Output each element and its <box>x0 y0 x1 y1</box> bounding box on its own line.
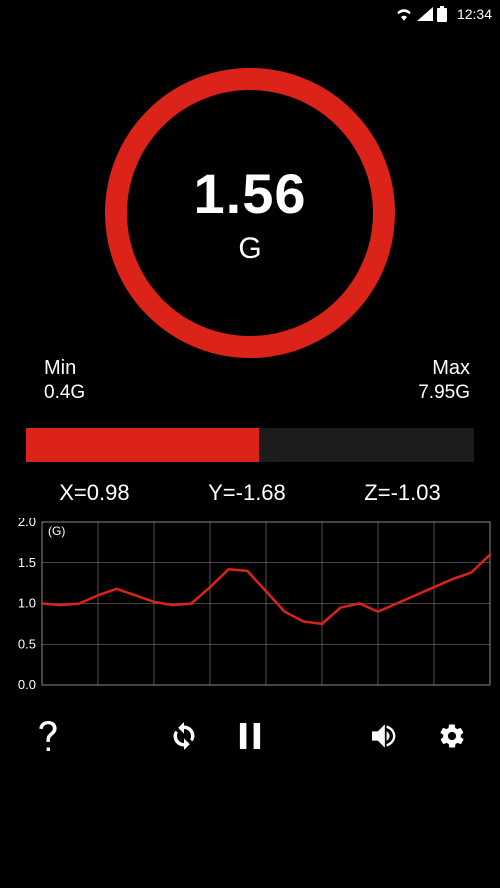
x-value: X=0.98 <box>59 480 129 506</box>
max-value: 7.95G <box>418 382 470 404</box>
gauge-ring: 1.56 G <box>105 68 395 358</box>
refresh-button[interactable] <box>164 716 204 756</box>
chart: 0.0 0.5 1.0 1.5 2.0 (G) <box>8 518 492 698</box>
svg-text:2.0: 2.0 <box>18 518 36 529</box>
svg-text:0.5: 0.5 <box>18 636 36 651</box>
volume-icon <box>372 723 400 749</box>
svg-text:1.5: 1.5 <box>18 555 36 570</box>
min-value: 0.4G <box>44 382 85 404</box>
status-time: 12:34 <box>457 6 492 22</box>
gauge-area: 1.56 G Min 0.4G Max 7.95G <box>0 28 500 398</box>
question-icon <box>37 721 59 751</box>
svg-text:0.0: 0.0 <box>18 677 36 692</box>
toolbar <box>0 716 500 756</box>
signal-icon <box>417 7 433 21</box>
chart-svg: 0.0 0.5 1.0 1.5 2.0 (G) <box>8 518 492 693</box>
y-value: Y=-1.68 <box>208 480 286 506</box>
volume-button[interactable] <box>366 716 406 756</box>
status-bar: 12:34 <box>0 0 500 28</box>
progress-bar-fill <box>26 428 259 462</box>
progress-bar <box>26 428 474 462</box>
svg-text:1.0: 1.0 <box>18 596 36 611</box>
pause-icon <box>239 723 261 749</box>
svg-text:(G): (G) <box>48 524 65 538</box>
battery-icon <box>437 6 447 22</box>
xyz-readout: X=0.98 Y=-1.68 Z=-1.03 <box>20 480 480 506</box>
min-readout: Min 0.4G <box>44 357 85 404</box>
min-label: Min <box>44 357 76 380</box>
refresh-icon <box>170 722 198 750</box>
pause-button[interactable] <box>230 716 270 756</box>
z-value: Z=-1.03 <box>364 480 440 506</box>
gauge-value: 1.56 <box>194 161 307 226</box>
gear-icon <box>438 722 466 750</box>
max-label: Max <box>432 357 470 380</box>
wifi-icon <box>395 7 413 21</box>
settings-button[interactable] <box>432 716 472 756</box>
help-button[interactable] <box>28 716 68 756</box>
gauge-unit: G <box>238 232 261 266</box>
max-readout: Max 7.95G <box>418 357 470 404</box>
